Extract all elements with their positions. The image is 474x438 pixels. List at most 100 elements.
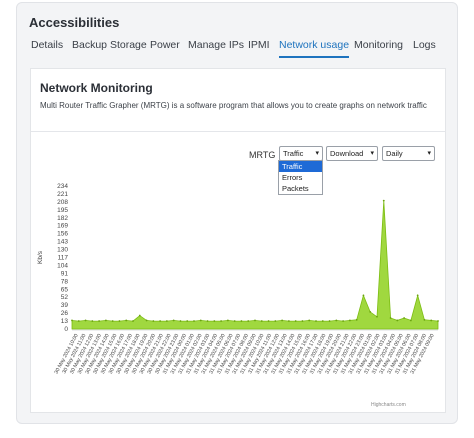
graph-type-select[interactable]: Traffic ▾ xyxy=(279,146,323,161)
traffic-series-area xyxy=(71,200,439,330)
y-tick-label: 65 xyxy=(61,286,69,293)
traffic-chart: 0132639526578911041171301431561691821952… xyxy=(37,183,439,375)
data-point xyxy=(355,318,358,321)
data-point xyxy=(348,319,351,322)
data-point xyxy=(199,319,202,322)
chart-credits: Highcharts.com xyxy=(371,402,406,408)
y-tick-label: 26 xyxy=(61,310,69,317)
y-tick-label: 208 xyxy=(57,199,68,206)
y-tick-label: 156 xyxy=(57,231,68,238)
data-point xyxy=(233,320,236,322)
data-point xyxy=(111,320,114,322)
data-point xyxy=(308,319,311,322)
data-point xyxy=(342,320,345,322)
data-point xyxy=(226,319,229,322)
data-point xyxy=(84,319,87,322)
data-point xyxy=(382,199,385,202)
tab-manage-ips[interactable]: Manage IPs xyxy=(188,36,244,56)
y-tick-label: 117 xyxy=(58,255,69,262)
y-tick-label: 143 xyxy=(57,239,68,246)
option-traffic[interactable]: Traffic xyxy=(279,161,322,172)
y-tick-label: 182 xyxy=(57,215,68,222)
option-errors[interactable]: Errors xyxy=(279,172,322,183)
data-point xyxy=(145,319,148,322)
period-value: Daily xyxy=(386,149,403,158)
y-tick-label: 52 xyxy=(61,294,69,301)
y-tick-label: 0 xyxy=(64,326,68,333)
y-tick-label: 130 xyxy=(57,247,68,254)
data-point xyxy=(321,320,324,322)
data-point xyxy=(403,317,406,319)
chevron-down-icon: ▾ xyxy=(370,150,374,157)
data-point xyxy=(91,320,94,322)
data-point xyxy=(315,320,317,322)
chevron-down-icon: ▾ xyxy=(427,150,431,157)
data-point xyxy=(186,320,189,322)
mrtg-label: MRTG xyxy=(249,150,276,160)
data-point xyxy=(152,320,155,322)
data-point xyxy=(71,319,73,322)
tab-details[interactable]: Details xyxy=(31,36,63,56)
tab-ipmi[interactable]: IPMI xyxy=(248,36,270,56)
data-point xyxy=(396,319,399,322)
section-title: Accessibilities xyxy=(29,15,120,30)
data-point xyxy=(328,320,331,322)
data-point xyxy=(389,317,392,319)
data-point xyxy=(172,319,175,322)
divider xyxy=(31,131,445,132)
data-point xyxy=(254,319,256,322)
y-tick-label: 78 xyxy=(61,278,69,285)
data-point xyxy=(287,320,290,322)
data-point xyxy=(362,294,365,297)
card-description: Multi Router Traffic Grapher (MRTG) is a… xyxy=(40,101,427,110)
download-select[interactable]: Download ▾ xyxy=(326,146,378,161)
card-title: Network Monitoring xyxy=(40,81,153,95)
tab-network-usage[interactable]: Network usage xyxy=(279,36,350,58)
data-point xyxy=(206,320,209,322)
data-point xyxy=(301,320,304,322)
data-point xyxy=(335,319,338,322)
graph-type-dropdown: Traffic Errors Packets xyxy=(278,160,323,195)
data-point xyxy=(430,319,433,322)
y-tick-label: 234 xyxy=(57,183,68,190)
data-point xyxy=(179,320,182,322)
data-point xyxy=(193,320,195,322)
y-tick-label: 221 xyxy=(57,191,68,198)
data-point xyxy=(260,320,263,322)
period-select[interactable]: Daily ▾ xyxy=(382,146,435,161)
data-point xyxy=(138,314,141,317)
graph-type-value: Traffic xyxy=(283,149,304,158)
y-tick-label: 169 xyxy=(57,223,68,230)
y-axis-title: Kb/s xyxy=(37,250,44,264)
y-tick-label: 91 xyxy=(61,270,69,277)
data-point xyxy=(423,318,426,321)
download-value: Download xyxy=(330,149,364,158)
data-point xyxy=(294,320,297,322)
data-point xyxy=(220,320,223,322)
data-point xyxy=(281,319,284,322)
tab-backup-storage[interactable]: Backup Storage xyxy=(72,36,147,56)
y-tick-label: 13 xyxy=(61,318,69,325)
tab-power[interactable]: Power xyxy=(150,36,180,56)
tab-monitoring[interactable]: Monitoring xyxy=(354,36,403,56)
tab-logs[interactable]: Logs xyxy=(413,36,436,56)
chevron-down-icon: ▾ xyxy=(315,150,319,157)
data-point xyxy=(213,320,216,322)
data-point xyxy=(118,320,121,322)
y-tick-label: 104 xyxy=(57,262,68,269)
data-point xyxy=(409,319,412,322)
data-point xyxy=(247,320,250,322)
data-point xyxy=(416,294,419,297)
data-point xyxy=(132,320,134,322)
data-point xyxy=(165,320,168,322)
data-point xyxy=(437,320,439,322)
data-point xyxy=(104,319,107,322)
option-packets[interactable]: Packets xyxy=(279,183,322,194)
y-tick-label: 195 xyxy=(57,207,68,214)
data-point xyxy=(274,320,277,322)
data-point xyxy=(369,310,372,313)
data-point xyxy=(125,319,128,322)
data-point xyxy=(77,320,80,322)
data-point xyxy=(267,320,270,322)
data-point xyxy=(376,315,378,318)
